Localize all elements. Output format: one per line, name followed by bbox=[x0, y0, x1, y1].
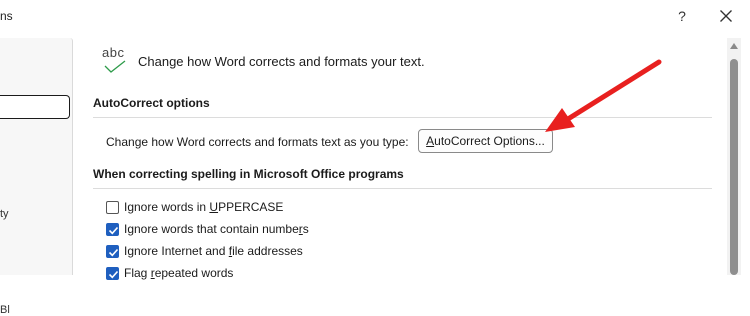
checkmark-icon bbox=[108, 248, 119, 257]
option-label: Ignore words that contain numbers bbox=[124, 222, 309, 236]
window-title: ns bbox=[0, 9, 13, 23]
scrollbar-thumb[interactable] bbox=[730, 59, 738, 275]
vertical-scrollbar[interactable] bbox=[727, 38, 741, 275]
page-description: Change how Word corrects and formats you… bbox=[138, 54, 425, 69]
autocorrect-divider bbox=[93, 117, 712, 118]
help-icon[interactable]: ? bbox=[672, 5, 692, 27]
spelling-check-icon bbox=[104, 60, 126, 73]
option-label: Ignore words in UPPERCASE bbox=[124, 200, 284, 214]
proofing-icon: abc bbox=[102, 45, 132, 77]
abc-icon-text: abc bbox=[102, 45, 125, 60]
title-bar: ns ? bbox=[0, 0, 750, 34]
option-label: Ignore Internet and file addresses bbox=[124, 244, 303, 258]
autocorrect-button-text: utoCorrect Options... bbox=[434, 134, 545, 148]
autocorrect-button-accesskey: A bbox=[426, 134, 435, 148]
sidebar-item-partial[interactable]: Bl bbox=[0, 304, 10, 316]
checkmark-icon bbox=[108, 226, 119, 235]
autocorrect-heading: AutoCorrect options bbox=[93, 96, 210, 110]
options-sidebar: ty Bl bbox=[0, 38, 73, 316]
spelling-heading: When correcting spelling in Microsoft Of… bbox=[93, 167, 404, 181]
option-label: Flag repeated words bbox=[124, 266, 234, 280]
checkbox[interactable] bbox=[106, 245, 119, 258]
close-button[interactable] bbox=[713, 3, 739, 29]
sidebar-item-accessibility[interactable]: ty bbox=[0, 208, 9, 220]
checkbox[interactable] bbox=[106, 201, 119, 214]
autocorrect-row-label: Change how Word corrects and formats tex… bbox=[106, 135, 409, 149]
autocorrect-options-button[interactable]: AutoCorrect Options... bbox=[418, 129, 553, 153]
close-icon bbox=[720, 10, 732, 22]
sidebar-item-proofing[interactable] bbox=[0, 95, 70, 119]
checkbox[interactable] bbox=[106, 223, 119, 236]
spelling-divider bbox=[93, 188, 712, 189]
chevron-up-icon[interactable] bbox=[729, 42, 739, 50]
checkbox[interactable] bbox=[106, 267, 119, 280]
